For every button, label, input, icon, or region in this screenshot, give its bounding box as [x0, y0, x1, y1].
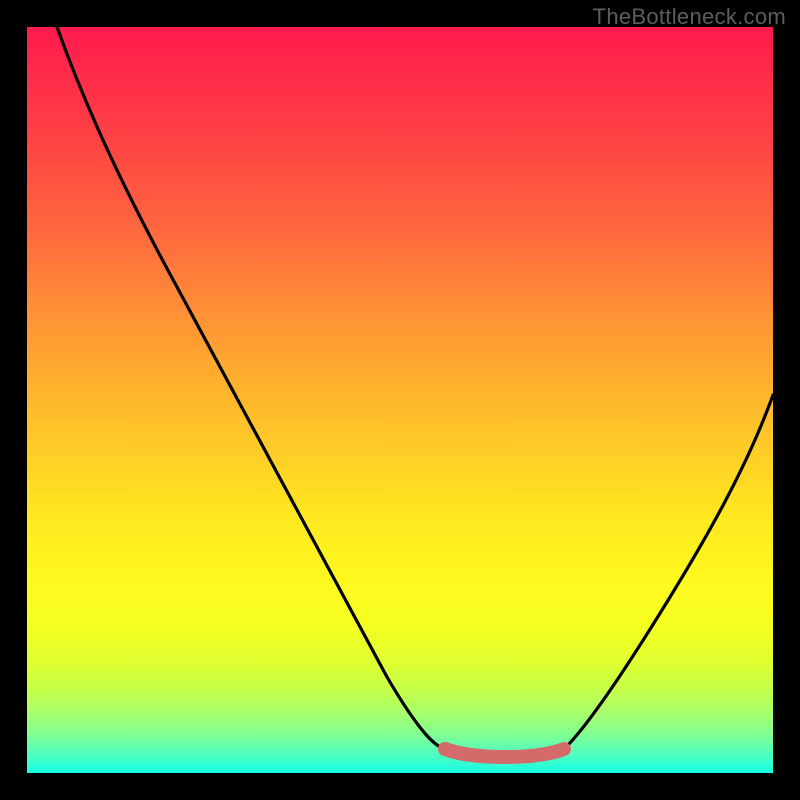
- flat-start-marker: [438, 742, 452, 756]
- chart-frame: TheBottleneck.com: [0, 0, 800, 800]
- left-curve: [57, 27, 445, 749]
- plot-area: [27, 27, 773, 773]
- watermark-text: TheBottleneck.com: [593, 4, 786, 30]
- flat-segment: [445, 749, 564, 757]
- chart-svg: [27, 27, 773, 773]
- right-curve: [564, 395, 773, 749]
